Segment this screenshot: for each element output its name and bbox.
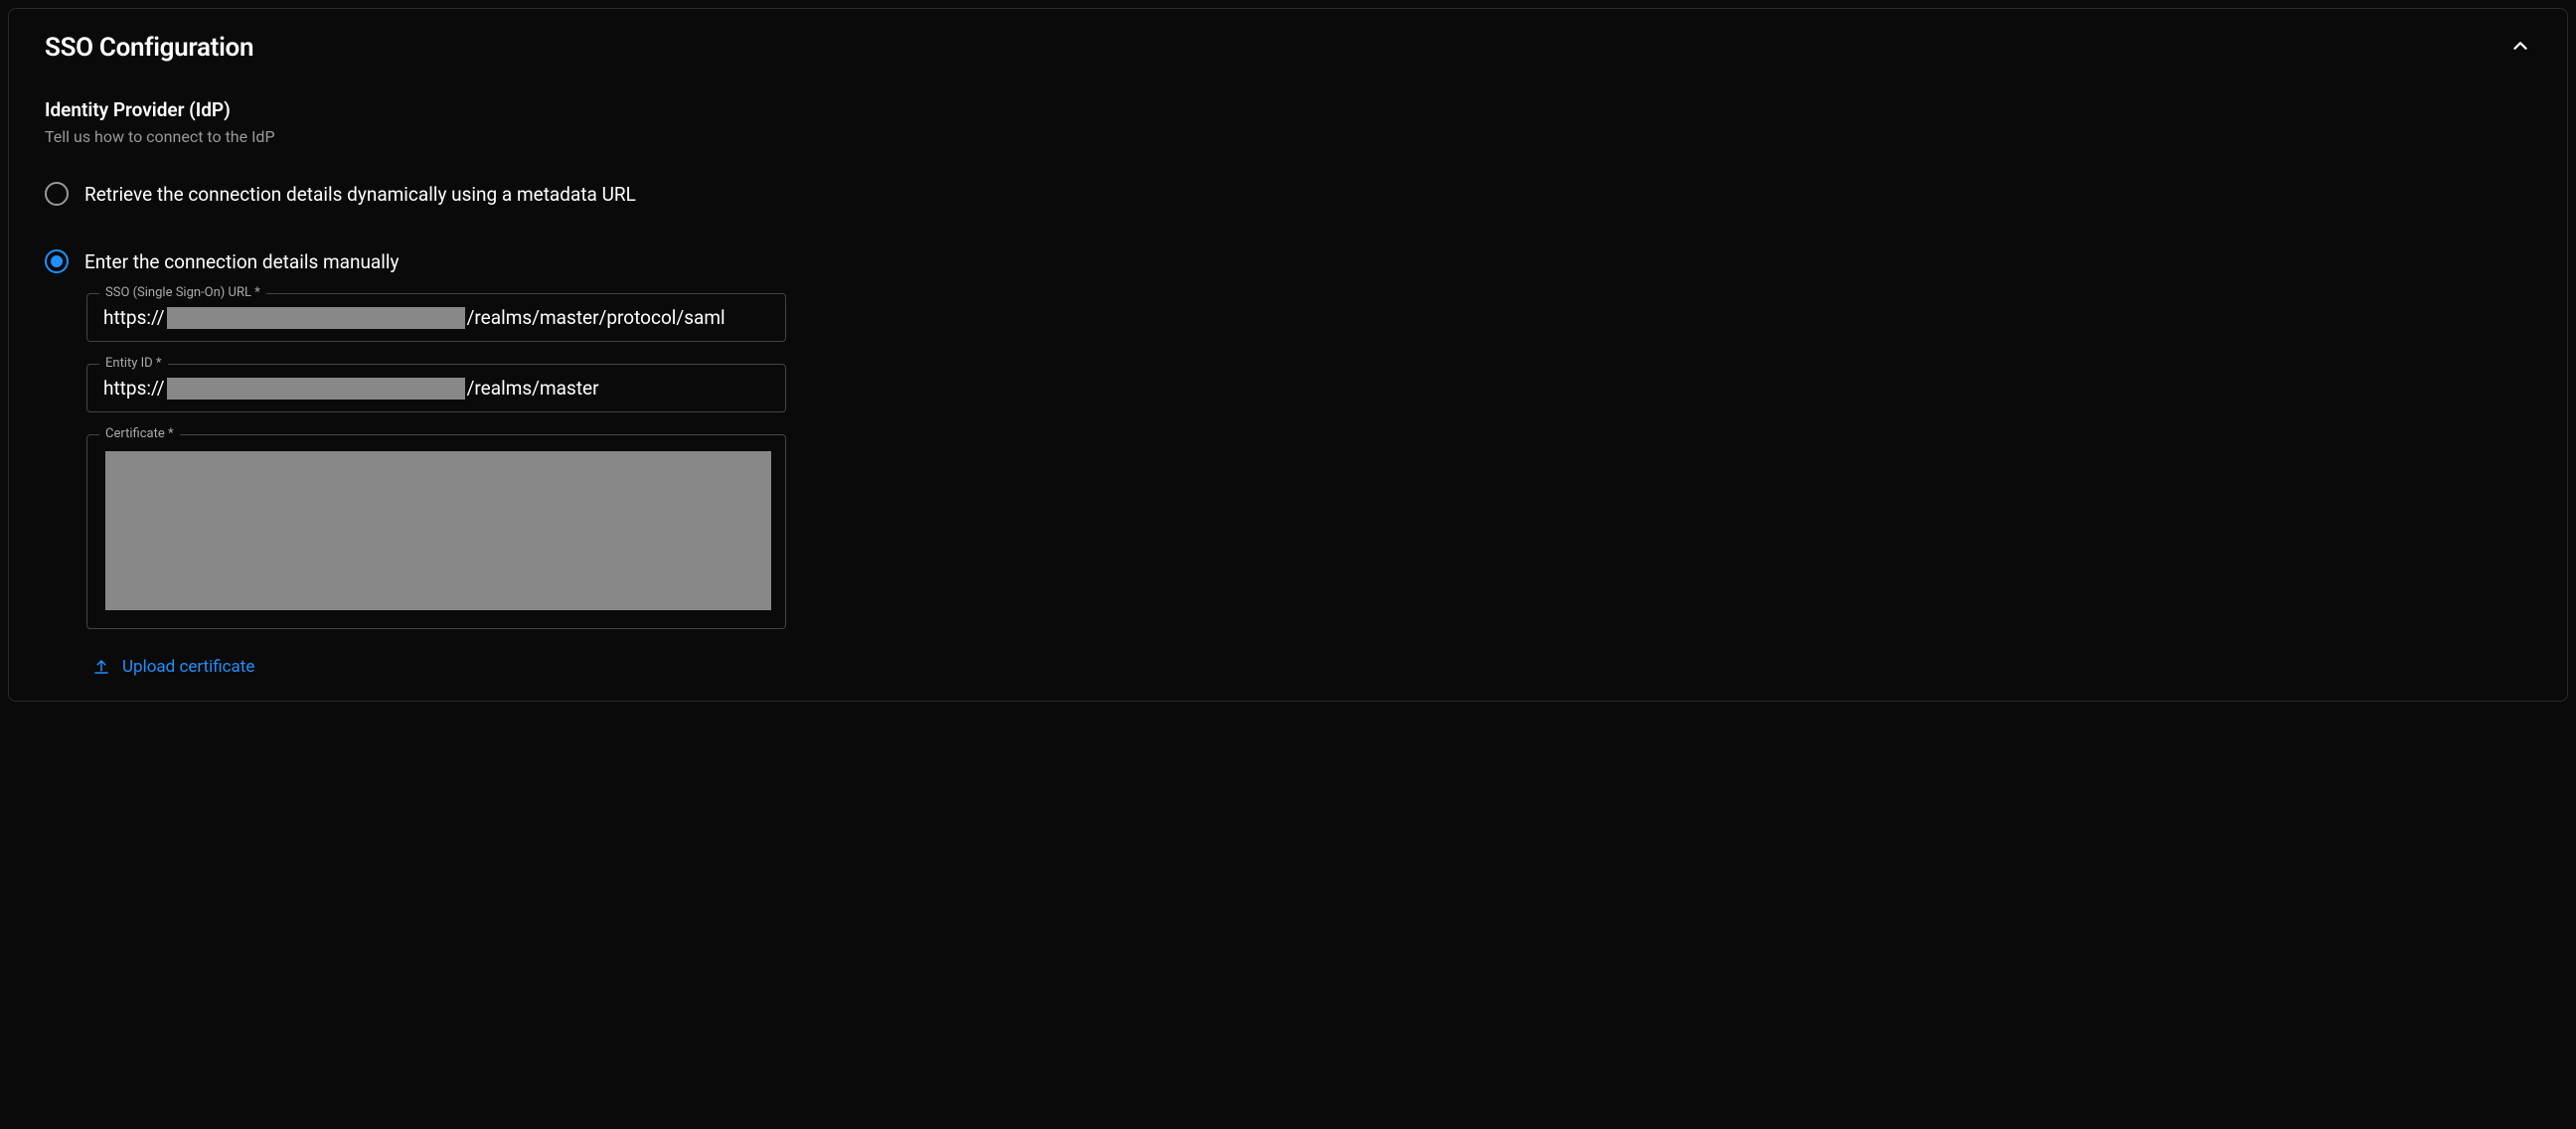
radio-metadata-url[interactable]: Retrieve the connection details dynamica… [45, 182, 2531, 206]
sso-url-suffix: /realms/master/protocol/saml [467, 306, 725, 329]
panel-title: SSO Configuration [45, 33, 253, 63]
entity-id-redacted [167, 378, 465, 400]
certificate-redacted [105, 451, 771, 610]
radio-manual[interactable]: Enter the connection details manually [45, 249, 2531, 273]
radio-manual-label: Enter the connection details manually [84, 250, 400, 273]
sso-url-prefix: https:// [103, 306, 165, 329]
idp-connection-method-group: Retrieve the connection details dynamica… [45, 182, 2531, 677]
sso-url-redacted [167, 307, 465, 329]
panel-header: SSO Configuration [45, 33, 2531, 63]
entity-id-suffix: /realms/master [467, 377, 599, 400]
manual-config-fields: SSO (Single Sign-On) URL * https:// /rea… [86, 293, 786, 629]
chevron-up-icon[interactable] [2509, 35, 2531, 61]
radio-metadata-url-label: Retrieve the connection details dynamica… [84, 183, 636, 206]
certificate-label: Certificate * [99, 426, 180, 441]
radio-button-selected-icon [45, 249, 69, 273]
upload-icon [92, 658, 110, 676]
idp-subheading: Tell us how to connect to the IdP [45, 127, 2531, 146]
entity-id-field[interactable]: Entity ID * https:// /realms/master [86, 364, 786, 412]
radio-button-icon [45, 182, 69, 206]
upload-certificate-link[interactable]: Upload certificate [92, 657, 254, 677]
entity-id-prefix: https:// [103, 377, 165, 400]
sso-url-field[interactable]: SSO (Single Sign-On) URL * https:// /rea… [86, 293, 786, 342]
idp-heading: Identity Provider (IdP) [45, 98, 2531, 121]
upload-certificate-label: Upload certificate [122, 657, 254, 677]
sso-config-panel: SSO Configuration Identity Provider (IdP… [8, 8, 2568, 702]
certificate-field[interactable]: Certificate * [86, 434, 786, 629]
